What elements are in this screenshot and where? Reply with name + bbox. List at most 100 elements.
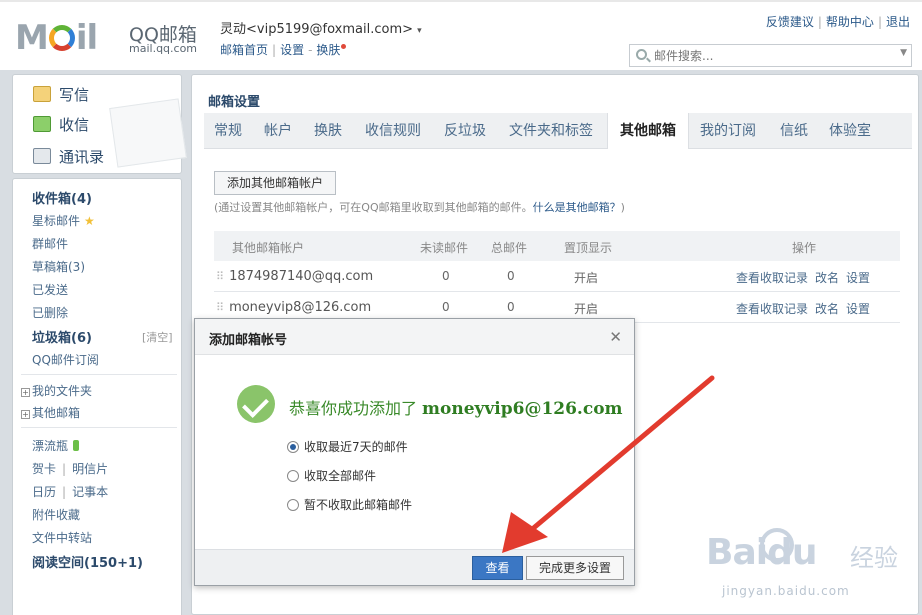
tab-general[interactable]: 常规 (214, 113, 242, 149)
row-account: ⠿ moneyvip8@126.com (216, 300, 371, 315)
logout-link[interactable]: 退出 (886, 15, 910, 29)
option-label: 暂不收取此邮箱邮件 (304, 498, 413, 512)
add-other-mail-button[interactable]: 添加其他邮箱帐户 (214, 171, 337, 195)
drag-handle-icon[interactable]: ⠿ (216, 301, 224, 314)
card-link[interactable]: 贺卡 (32, 462, 56, 476)
link-separator: | (62, 462, 67, 476)
calendar-link[interactable]: 日历 (32, 485, 56, 499)
sidebar-actions: 写信 收信 通讯录 (12, 74, 187, 174)
tab-antispam[interactable]: 反垃圾 (444, 113, 486, 149)
radio-unselected[interactable] (287, 470, 299, 482)
accounts-table-header: 其他邮箱帐户 未读邮件 总邮件 置顶显示 操作 (214, 231, 900, 261)
sidebar-item-reading[interactable]: 阅读空间(150+1) (32, 552, 143, 571)
tab-stationery[interactable]: 信纸 (780, 113, 808, 149)
row-actions: 查看收取记录 改名 设置 (736, 269, 870, 286)
contacts-card-icon (33, 148, 51, 164)
row-pinned: 开启 (574, 302, 599, 316)
mail-search-input[interactable] (654, 47, 884, 64)
link-separator: | (817, 15, 822, 29)
tab-lab[interactable]: 体验室 (829, 113, 871, 149)
tab-folders-labels[interactable]: 文件夹和标签 (509, 113, 593, 149)
sidebar: 写信 收信 通讯录 收件箱(4) 星标邮件 ★ 群邮件 草稿箱(3) 已发送 已删… (0, 70, 188, 615)
receive-button[interactable]: 收信 (33, 114, 89, 135)
view-button[interactable]: 查看 (472, 556, 523, 580)
option-all-mail[interactable]: 收取全部邮件 (287, 467, 376, 484)
sidebar-divider (21, 374, 177, 375)
compose-button[interactable]: 写信 (33, 84, 89, 105)
sidebar-item-deleted[interactable]: 已删除 (32, 304, 68, 321)
sidebar-item-attachments[interactable]: 附件收藏 (32, 506, 80, 523)
hint-prefix: (通过设置其他邮箱帐户，可在QQ邮箱里收取到其他邮箱的邮件。 (214, 201, 533, 214)
col-unread: 未读邮件 (420, 241, 469, 255)
postcard-link[interactable]: 明信片 (72, 462, 108, 476)
row-total: 0 (507, 269, 515, 283)
notes-link[interactable]: 记事本 (72, 485, 108, 499)
receive-label: 收信 (59, 116, 90, 134)
option-no-fetch[interactable]: 暂不收取此邮箱邮件 (287, 496, 412, 513)
rename-link[interactable]: 改名 (815, 271, 839, 285)
account-email: 1874987140@qq.com (229, 269, 374, 284)
sidebar-item-cards: 贺卡 | 明信片 (32, 460, 108, 477)
sidebar-item-junk[interactable]: 垃圾箱(6) (32, 327, 92, 346)
expand-plus-icon[interactable]: + (21, 388, 30, 397)
view-fetch-log-link[interactable]: 查看收取记录 (736, 271, 808, 285)
option-recent-7-days[interactable]: 收取最近7天的邮件 (287, 438, 408, 455)
row-settings-link[interactable]: 设置 (846, 302, 870, 316)
contacts-label: 通讯录 (59, 148, 105, 166)
row-unread: 0 (442, 269, 450, 283)
help-link[interactable]: 帮助中心 (826, 15, 874, 29)
tab-subscriptions[interactable]: 我的订阅 (700, 113, 756, 149)
sidebar-item-file-transfer[interactable]: 文件中转站 (32, 529, 92, 546)
rename-link[interactable]: 改名 (815, 302, 839, 316)
option-label: 收取最近7天的邮件 (304, 440, 408, 454)
dialog-header: 添加邮箱帐号 ✕ (195, 319, 634, 355)
expand-plus-icon[interactable]: + (21, 410, 30, 419)
link-separator: | (62, 485, 67, 499)
sidebar-item-other-mail[interactable]: + 其他邮箱 (21, 404, 80, 421)
radio-selected[interactable] (287, 441, 299, 453)
clear-junk-link[interactable]: [清空] (142, 329, 173, 345)
tab-skin[interactable]: 换肤 (314, 113, 342, 149)
skin-link[interactable]: 换肤 (316, 43, 340, 57)
row-total: 0 (507, 300, 515, 314)
sidebar-item-drafts[interactable]: 草稿箱(3) (32, 258, 85, 275)
sidebar-item-group[interactable]: 群邮件 (32, 235, 68, 252)
account-switcher[interactable]: 灵动<vip5199@foxmail.com> ▾ (220, 18, 422, 37)
more-settings-button[interactable]: 完成更多设置 (526, 556, 624, 580)
feedback-link[interactable]: 反馈建议 (766, 15, 814, 29)
close-icon[interactable]: ✕ (609, 328, 622, 346)
receive-inbox-icon (33, 116, 51, 132)
tab-rules[interactable]: 收信规则 (365, 113, 421, 149)
sidebar-item-sent[interactable]: 已发送 (32, 281, 68, 298)
add-mail-account-dialog: 添加邮箱帐号 ✕ 恭喜你成功添加了 moneyvip6@126.com 收取最近7… (194, 318, 635, 586)
success-text: 恭喜你成功添加了 (289, 399, 418, 418)
col-actions: 操作 (792, 241, 817, 255)
mail-home-link[interactable]: 邮箱首页 (220, 43, 268, 57)
settings-link[interactable]: 设置 (280, 43, 304, 57)
sidebar-item-starred[interactable]: 星标邮件 ★ (32, 212, 95, 229)
settings-tabs: 常规 帐户 换肤 收信规则 反垃圾 文件夹和标签 其他邮箱 我的订阅 信纸 体验… (204, 113, 912, 149)
other-mail-hint: (通过设置其他邮箱帐户，可在QQ邮箱里收取到其他邮箱的邮件。什么是其他邮箱？) (214, 199, 625, 215)
hint-suffix: ) (620, 201, 625, 214)
row-unread: 0 (442, 300, 450, 314)
link-separator: | (877, 15, 882, 29)
sidebar-item-bottle[interactable]: 漂流瓶 (32, 437, 80, 454)
envelope-decoration-icon (109, 98, 187, 168)
qq-mail-logo[interactable]: Mil QQ邮箱 mail.qq.com (15, 16, 205, 60)
what-is-other-mail-link[interactable]: 什么是其他邮箱？ (533, 201, 621, 214)
sidebar-item-inbox[interactable]: 收件箱(4) (32, 188, 92, 207)
radio-unselected[interactable] (287, 499, 299, 511)
drag-handle-icon[interactable]: ⠿ (216, 270, 224, 283)
row-settings-link[interactable]: 设置 (846, 271, 870, 285)
contacts-button[interactable]: 通讯录 (33, 146, 104, 167)
view-fetch-log-link[interactable]: 查看收取记录 (736, 302, 808, 316)
account-panel: 灵动<vip5199@foxmail.com> ▾ 邮箱首页 | 设置 - 换肤 (220, 18, 422, 58)
sidebar-item-subscription[interactable]: QQ邮件订阅 (32, 351, 99, 368)
user-email: <vip5199@foxmail.com> (246, 22, 414, 37)
tab-other-mail[interactable]: 其他邮箱 (607, 113, 689, 149)
compose-label: 写信 (59, 86, 90, 104)
mail-search-box[interactable]: ▼ (629, 44, 912, 67)
search-dropdown-icon[interactable]: ▼ (900, 48, 907, 58)
tab-account[interactable]: 帐户 (264, 113, 292, 149)
sidebar-item-my-folders[interactable]: + 我的文件夹 (21, 382, 92, 399)
